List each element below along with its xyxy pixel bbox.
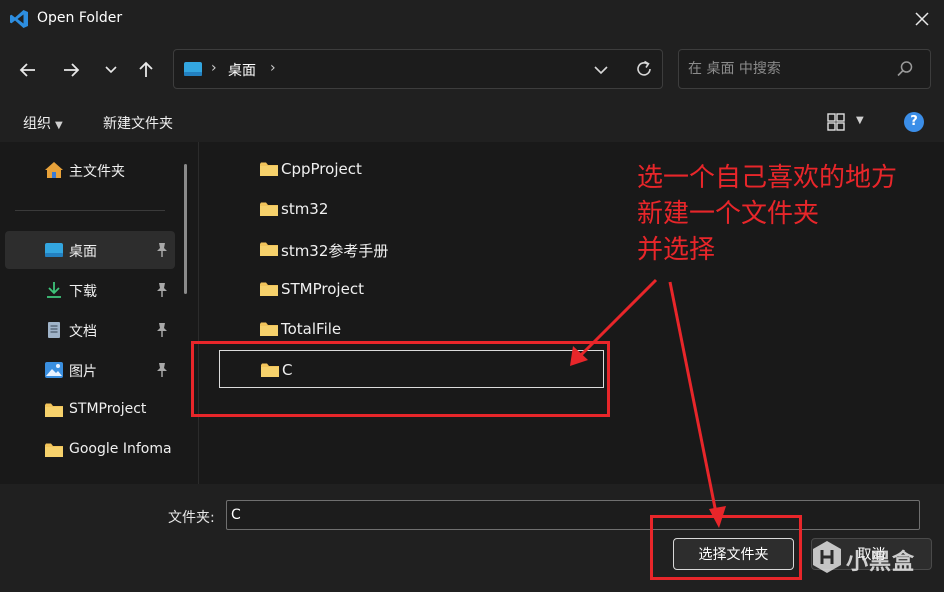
help-icon[interactable]: ? — [904, 112, 924, 132]
view-options-icon[interactable] — [826, 112, 846, 132]
folder-icon — [45, 403, 63, 417]
sidebar-item-stmproject[interactable]: STMProject — [5, 391, 175, 429]
sidebar-item-label: STMProject — [69, 401, 147, 417]
title-bar: Open Folder — [0, 0, 944, 38]
address-bar[interactable]: › 桌面 › — [173, 49, 663, 89]
breadcrumb-desktop[interactable]: 桌面 — [228, 60, 256, 80]
search-input[interactable] — [688, 59, 888, 79]
caret-down-icon: ▼ — [55, 120, 63, 131]
annotation-line: 选一个自己喜欢的地方 — [637, 163, 898, 193]
annotation-line: 新建一个文件夹 — [637, 199, 820, 229]
view-menu-caret-icon[interactable]: ▼ — [856, 115, 864, 126]
sidebar-item-label: 下载 — [69, 284, 97, 300]
arrow-up-icon — [139, 61, 153, 77]
forward-button[interactable] — [57, 56, 85, 84]
up-button[interactable] — [132, 56, 160, 84]
folder-icon — [260, 242, 278, 256]
annotation-text: 选一个自己喜欢的地方 新建一个文件夹 并选择 — [637, 160, 897, 268]
document-icon — [48, 322, 60, 338]
picture-icon — [45, 362, 63, 378]
home-icon — [45, 162, 63, 178]
sidebar-divider — [15, 210, 165, 211]
search-box[interactable] — [678, 49, 931, 89]
folder-icon — [260, 162, 278, 176]
pin-icon[interactable] — [155, 282, 169, 298]
folder-icon — [260, 282, 278, 296]
breadcrumb-separator: › — [211, 60, 217, 76]
close-icon — [915, 12, 929, 26]
desktop-folder-icon — [184, 62, 202, 76]
command-bar: 组织 ▼ 新建文件夹 ▼ ? — [0, 102, 944, 142]
annotation-box-select-button — [650, 515, 802, 580]
list-item[interactable]: stm32 — [219, 190, 604, 228]
list-item[interactable]: CppProject — [219, 150, 604, 188]
sidebar-item-label: Google Infoma — [69, 441, 172, 457]
sidebar-item-label: 主文件夹 — [69, 164, 125, 180]
chevron-down-icon — [105, 66, 117, 74]
watermark-text: 小黑盒 — [846, 550, 916, 575]
arrow-left-icon — [19, 63, 35, 77]
heybox-logo-icon — [813, 541, 841, 573]
file-name: TotalFile — [281, 320, 342, 338]
sidebar-item-google-infoma[interactable]: Google Infoma — [5, 431, 175, 469]
list-item[interactable]: stm32参考手册 — [219, 230, 604, 268]
sidebar-item-pictures[interactable]: 图片 — [5, 351, 175, 389]
recent-locations-button[interactable] — [97, 56, 125, 84]
sidebar-item-downloads[interactable]: 下载 — [5, 271, 175, 309]
organize-label: 组织 — [23, 116, 51, 132]
file-name: stm32参考手册 — [281, 242, 389, 260]
watermark: 小黑盒 — [812, 538, 922, 578]
sidebar-scrollbar[interactable] — [184, 164, 187, 294]
organize-button[interactable]: 组织 ▼ — [23, 113, 63, 133]
folder-icon — [260, 202, 278, 216]
pin-icon[interactable] — [155, 322, 169, 338]
search-icon[interactable] — [896, 60, 914, 78]
back-button[interactable] — [14, 56, 42, 84]
dialog-footer: 文件夹: 选择文件夹 取消 — [0, 484, 944, 592]
new-folder-button[interactable]: 新建文件夹 — [103, 113, 173, 133]
folder-icon — [45, 443, 63, 457]
file-name: CppProject — [281, 160, 362, 178]
annotation-line: 并选择 — [637, 235, 716, 265]
sidebar-item-desktop[interactable]: 桌面 — [5, 231, 175, 269]
pin-icon[interactable] — [155, 242, 169, 258]
folder-name-field[interactable] — [226, 500, 920, 530]
navigation-pane: 主文件夹 桌面 下载 文档 图片 STMProject Google Infom… — [0, 142, 192, 484]
list-item[interactable]: STMProject — [219, 270, 604, 308]
sidebar-item-label: 文档 — [69, 324, 97, 340]
pin-icon[interactable] — [155, 362, 169, 378]
folder-icon — [260, 322, 278, 336]
chevron-down-icon[interactable] — [591, 60, 611, 80]
arrow-right-icon — [64, 63, 80, 77]
annotation-box-new-folder — [191, 341, 610, 417]
refresh-icon[interactable] — [633, 58, 655, 80]
sidebar-item-documents[interactable]: 文档 — [5, 311, 175, 349]
navigation-bar: › 桌面 › — [0, 38, 944, 102]
file-name: stm32 — [281, 200, 329, 218]
desktop-folder-icon — [45, 243, 63, 257]
close-button[interactable] — [907, 4, 937, 34]
download-icon — [47, 282, 61, 298]
breadcrumb-expand[interactable]: › — [270, 60, 276, 76]
vscode-icon — [10, 10, 28, 28]
sidebar-item-home[interactable]: 主文件夹 — [5, 151, 175, 189]
sidebar-item-label: 桌面 — [69, 244, 97, 260]
window-title: Open Folder — [37, 10, 123, 26]
folder-label: 文件夹: — [168, 510, 215, 526]
file-name: STMProject — [281, 280, 364, 298]
sidebar-item-label: 图片 — [69, 364, 97, 380]
